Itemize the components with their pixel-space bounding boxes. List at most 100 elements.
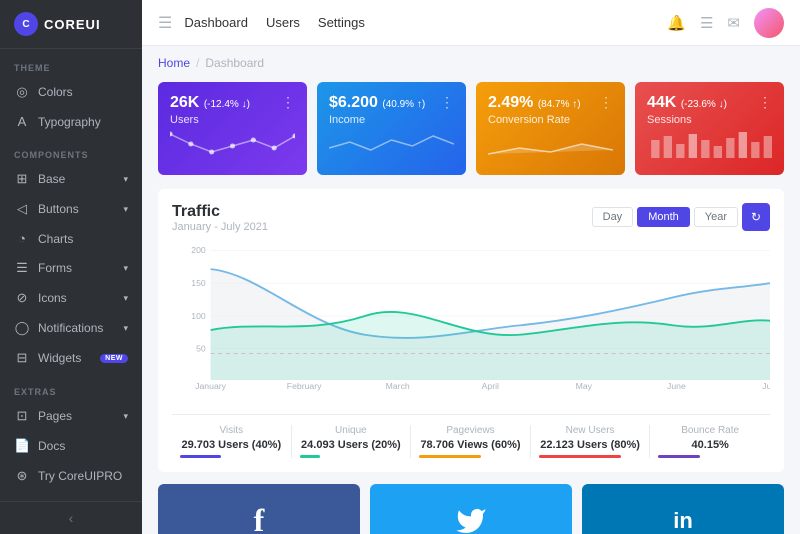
sidebar-item-label: Try CoreUIPRO [38,469,122,483]
svg-text:February: February [287,381,322,391]
topbar-nav-users[interactable]: Users [266,15,300,30]
sidebar-item-pages[interactable]: ⊡ Pages ▾ [0,401,142,431]
charts-icon: ◔ [14,231,30,246]
svg-text:January: January [195,381,227,391]
buttons-icon: ◁ [14,201,30,217]
sidebar-item-docs[interactable]: 📄 Docs [0,431,142,461]
stat-unique: Unique 24.093 Users (20%) [292,425,412,458]
social-linkedin-card[interactable]: in [582,484,784,534]
stat-unique-label: Unique [300,425,403,436]
sidebar-item-label: Base [38,172,65,186]
stat-pageviews: Pageviews 78.706 Views (60%) [411,425,531,458]
stat-unique-value: 24.093 Users (20%) [300,439,403,451]
traffic-chart: 200 150 100 50 January [172,241,770,406]
forms-icon: ☰ [14,260,30,276]
colors-icon: ◎ [14,84,30,100]
svg-text:July: July [762,381,770,391]
stat-label-conversion: Conversion Rate [488,114,581,126]
social-twitter-card[interactable] [370,484,572,534]
stat-new-users: New Users 22.123 Users (80%) [531,425,651,458]
more-options-icon[interactable]: ⋮ [758,94,772,111]
pro-icon: ⊛ [14,468,30,484]
stat-value-income: $6.200 (40.9% ↑) [329,94,425,112]
sidebar-item-label: Charts [38,232,73,246]
sidebar-item-widgets[interactable]: ⊟ Widgets NEW [0,343,142,373]
svg-text:May: May [576,381,593,391]
svg-text:March: March [386,381,410,391]
stat-label-income: Income [329,114,425,126]
time-buttons: Day Month Year ↻ [592,203,770,231]
topbar-nav-settings[interactable]: Settings [318,15,365,30]
sidebar-item-label: Pages [38,409,72,423]
main-content: ☰ Dashboard Users Settings 🔔 ☰ ✉ Home / … [142,0,800,534]
facebook-icon: f [254,502,265,534]
sidebar-item-colors[interactable]: ◎ Colors [0,77,142,107]
mini-chart-sessions [647,126,772,163]
stat-pageviews-label: Pageviews [419,425,522,436]
breadcrumb-current: Dashboard [205,56,264,70]
stat-pageviews-bar [419,455,481,458]
breadcrumb: Home / Dashboard [158,56,784,70]
topbar: ☰ Dashboard Users Settings 🔔 ☰ ✉ [142,0,800,46]
svg-text:100: 100 [191,311,206,321]
envelope-icon[interactable]: ✉ [727,14,740,32]
traffic-title: Traffic [172,203,268,221]
svg-text:50: 50 [196,344,206,354]
sidebar-item-label: Forms [38,261,72,275]
stat-new-users-value: 22.123 Users (80%) [539,439,642,451]
stat-value-sessions: 44K (-23.6% ↓) [647,94,727,112]
stat-pageviews-value: 78.706 Views (60%) [419,439,522,451]
stat-cards: 26K (-12.4% ↓) Users ⋮ [158,82,784,175]
time-btn-day[interactable]: Day [592,207,634,227]
avatar[interactable] [754,8,784,38]
refresh-button[interactable]: ↻ [742,203,770,231]
new-badge: NEW [100,354,128,363]
typography-icon: A [14,114,30,129]
more-options-icon[interactable]: ⋮ [599,94,613,111]
time-btn-year[interactable]: Year [694,207,738,227]
stat-new-users-bar [539,455,621,458]
sidebar-item-label: Notifications [38,321,103,335]
stat-change-users: (-12.4% ↓) [204,99,250,110]
bell-icon[interactable]: 🔔 [667,14,686,32]
sidebar-item-buttons[interactable]: ◁ Buttons ▾ [0,194,142,224]
sidebar-item-notifications[interactable]: ◯ Notifications ▾ [0,313,142,343]
sidebar-item-typography[interactable]: A Typography [0,107,142,136]
sidebar-item-label: Colors [38,85,73,99]
sidebar-item-label: Typography [38,115,101,129]
avatar-image [754,8,784,38]
stat-new-users-label: New Users [539,425,642,436]
mini-chart-conversion [488,126,613,163]
logo-text: COREUI [44,17,101,32]
list-icon[interactable]: ☰ [700,14,713,32]
topbar-icons: 🔔 ☰ ✉ [667,8,784,38]
sidebar-item-label: Icons [38,291,67,305]
sidebar-item-charts[interactable]: ◔ Charts [0,224,142,253]
notifications-icon: ◯ [14,320,30,336]
more-options-icon[interactable]: ⋮ [281,94,295,111]
topbar-nav-dashboard[interactable]: Dashboard [184,15,248,30]
stat-card-conversion: 2.49% (84.7% ↑) Conversion Rate ⋮ [476,82,625,175]
sidebar-navigation: THEME ◎ Colors A Typography COMPONENTS ⊞… [0,49,142,501]
social-cards: f in [158,484,784,534]
traffic-section: Traffic January - July 2021 Day Month Ye… [158,189,784,472]
stat-change-sessions: (-23.6% ↓) [681,99,727,110]
chart-statistics: Visits 29.703 Users (40%) Unique 24.093 … [172,414,770,458]
stat-card-income: $6.200 (40.9% ↑) Income ⋮ [317,82,466,175]
hamburger-icon[interactable]: ☰ [158,13,172,33]
mini-chart-users [170,126,295,163]
time-btn-month[interactable]: Month [637,207,690,227]
stat-bounce-rate: Bounce Rate 40.15% [650,425,770,458]
sidebar-item-try-pro[interactable]: ⊛ Try CoreUIPRO [0,461,142,491]
stat-label-sessions: Sessions [647,114,727,126]
sidebar-item-label: Buttons [38,202,79,216]
sidebar-item-icons[interactable]: ⊘ Icons ▾ [0,283,142,313]
breadcrumb-home[interactable]: Home [158,56,190,70]
sidebar-toggle-button[interactable]: ‹ [0,501,142,534]
social-facebook-card[interactable]: f [158,484,360,534]
sidebar-item-forms[interactable]: ☰ Forms ▾ [0,253,142,283]
more-options-icon[interactable]: ⋮ [440,94,454,111]
sidebar-item-base[interactable]: ⊞ Base ▾ [0,164,142,194]
sidebar: C COREUI THEME ◎ Colors A Typography COM… [0,0,142,534]
stat-bounce-value: 40.15% [658,439,762,451]
